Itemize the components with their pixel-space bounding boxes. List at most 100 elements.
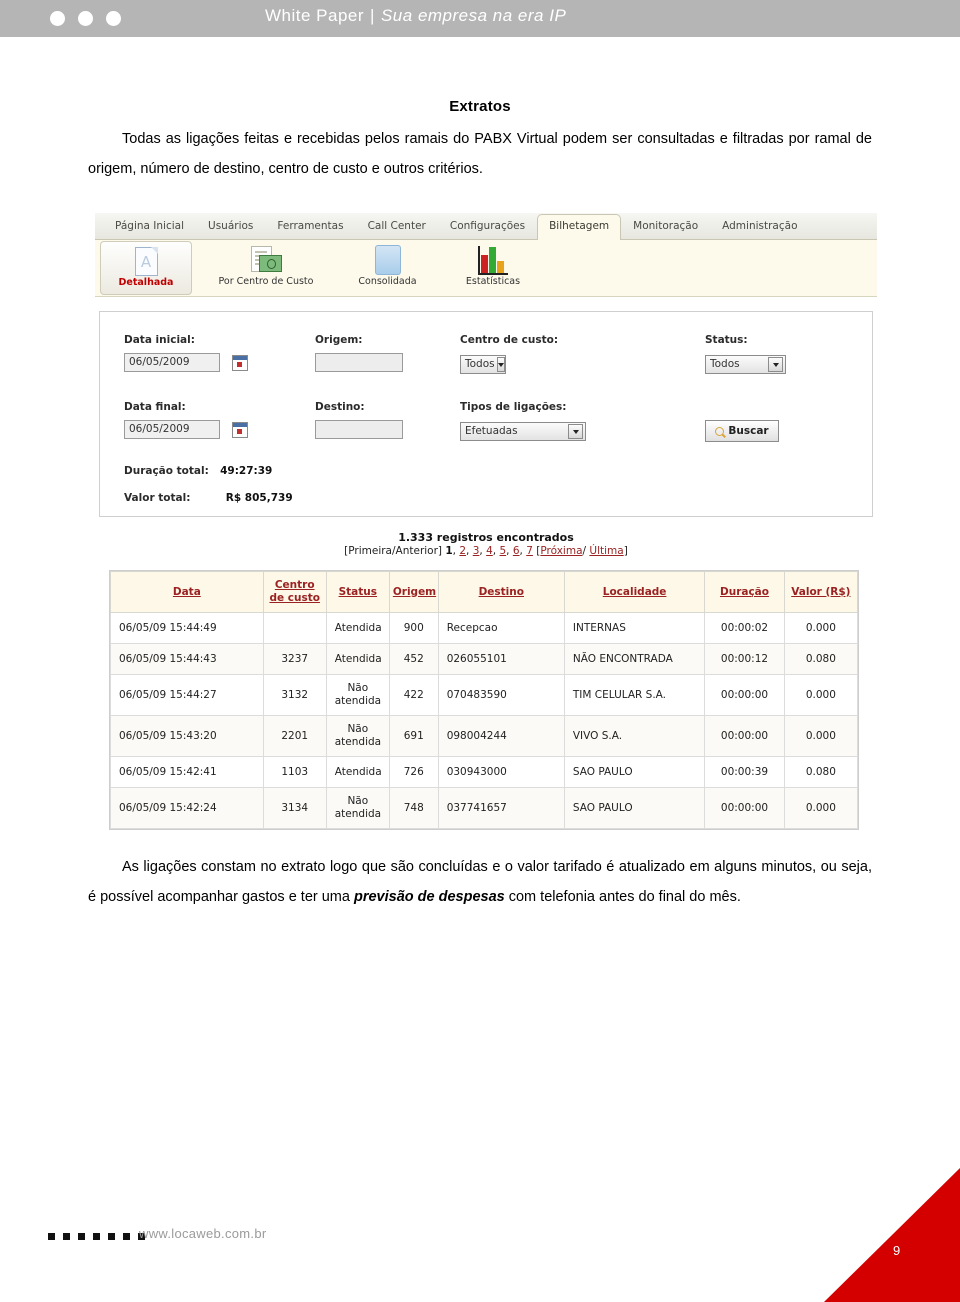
- search-icon: [715, 426, 725, 436]
- pager-first-previous[interactable]: [Primeira/Anterior]: [344, 545, 442, 557]
- toolbar-label-detalhada: Detalhada: [118, 277, 174, 288]
- footer-square-2: [63, 1233, 70, 1240]
- value-duracao-total: 49:27:39: [220, 465, 273, 477]
- footer-square-4: [93, 1233, 100, 1240]
- table-row[interactable]: 06/05/09 15:43:20 2201 Não atendida 691 …: [110, 715, 859, 757]
- pager-comma-6: ,: [519, 545, 523, 557]
- input-data-inicial[interactable]: 06/05/2009: [124, 353, 220, 372]
- banner-title-subtitle: Sua empresa na era IP: [380, 6, 567, 25]
- toolbar-item-por-centro-de-custo[interactable]: Por Centro de Custo: [203, 241, 329, 295]
- toolbar-item-detalhada[interactable]: A Detalhada: [100, 241, 192, 295]
- pager-page-6[interactable]: 6: [513, 545, 520, 557]
- column-header-destino[interactable]: Destino: [437, 571, 565, 613]
- label-centro-de-custo: Centro de custo:: [460, 334, 559, 346]
- cell-origem: 691: [388, 715, 439, 757]
- pager-last[interactable]: Última: [589, 545, 623, 557]
- toolbar-label-por-centro-de-custo: Por Centro de Custo: [218, 276, 314, 287]
- column-header-status[interactable]: Status: [325, 571, 390, 613]
- field-tipos-de-ligacoes: Tipos de ligações: Efetuadas: [460, 401, 586, 441]
- application-screenshot: Página Inicial Usuários Ferramentas Call…: [95, 213, 877, 830]
- filter-form-panel: Data inicial: 06/05/2009 Data final: 06/…: [99, 311, 873, 517]
- input-data-final[interactable]: 06/05/2009: [124, 420, 220, 439]
- tab-ferramentas[interactable]: Ferramentas: [265, 214, 355, 240]
- page-title: Extratos: [449, 98, 511, 115]
- closing-text-block: As ligações constam no extrato logo que …: [88, 852, 872, 912]
- pager-close-bracket: ]: [623, 545, 628, 557]
- cell-data: 06/05/09 15:44:49: [110, 612, 264, 644]
- tab-monitoracao[interactable]: Monitoração: [621, 214, 710, 240]
- label-data-inicial: Data inicial:: [124, 334, 195, 346]
- column-header-valor[interactable]: Valor (R$): [783, 571, 859, 613]
- pager-comma-5: ,: [506, 545, 510, 557]
- page-number: 9: [893, 1243, 901, 1258]
- tab-administracao[interactable]: Administração: [710, 214, 809, 240]
- select-centro-de-custo[interactable]: Todos: [460, 355, 506, 374]
- main-nav-tabstrip: Página Inicial Usuários Ferramentas Call…: [95, 213, 877, 241]
- closing-paragraph-emphasis: previsão de despesas: [353, 889, 505, 905]
- cell-data: 06/05/09 15:42:24: [110, 787, 264, 829]
- field-data-inicial: Data inicial: 06/05/2009: [124, 334, 249, 372]
- tab-call-center[interactable]: Call Center: [356, 214, 438, 240]
- label-valor-total: Valor total:: [124, 492, 191, 504]
- column-header-centro-de-custo[interactable]: Centro de custo: [262, 571, 327, 613]
- cell-centro-custo: 1103: [262, 756, 327, 788]
- table-row[interactable]: 06/05/09 15:44:49 Atendida 900 Recepcao …: [110, 612, 859, 644]
- tab-configuracoes[interactable]: Configurações: [438, 214, 537, 240]
- table-row[interactable]: 06/05/09 15:42:24 3134 Não atendida 748 …: [110, 787, 859, 829]
- footer-url: www.locaweb.com.br: [139, 1226, 267, 1241]
- pager-page-7[interactable]: 7: [526, 545, 533, 557]
- banner-title: White Paper | Sua empresa na era IP: [265, 6, 566, 26]
- tab-pagina-inicial[interactable]: Página Inicial: [103, 214, 196, 240]
- cell-centro-custo: [262, 612, 327, 644]
- cell-duracao: 00:00:00: [704, 674, 785, 716]
- table-row[interactable]: 06/05/09 15:44:43 3237 Atendida 452 0260…: [110, 643, 859, 675]
- tab-usuarios[interactable]: Usuários: [196, 214, 265, 240]
- select-status[interactable]: Todos: [705, 355, 786, 374]
- label-data-final: Data final:: [124, 401, 186, 413]
- cell-data: 06/05/09 15:43:20: [110, 715, 264, 757]
- label-duracao-total: Duração total:: [124, 465, 209, 477]
- pager-comma-1: ,: [452, 545, 457, 557]
- column-header-duracao[interactable]: Duração: [704, 571, 785, 613]
- value-valor-total: R$ 805,739: [225, 492, 293, 504]
- cell-origem: 748: [388, 787, 439, 829]
- chevron-down-icon-tipos-de-ligacoes[interactable]: [568, 424, 583, 439]
- cell-status: Atendida: [325, 756, 390, 788]
- calendar-icon-data-final[interactable]: [232, 421, 249, 438]
- toolbar-item-estatisticas[interactable]: Estatísticas: [445, 241, 541, 295]
- cell-localidade: TIM CELULAR S.A.: [563, 674, 706, 716]
- chevron-down-icon-status[interactable]: [768, 357, 783, 372]
- cell-valor: 0.000: [783, 787, 859, 829]
- cell-destino: Recepcao: [437, 612, 565, 644]
- label-status: Status:: [705, 334, 748, 346]
- consolidated-sheet-icon: [335, 244, 440, 276]
- column-header-origem[interactable]: Origem: [388, 571, 439, 613]
- pager-page-1[interactable]: 1: [445, 545, 452, 557]
- table-row[interactable]: 06/05/09 15:44:27 3132 Não atendida 422 …: [110, 674, 859, 716]
- chevron-down-icon-centro-de-custo[interactable]: [496, 357, 505, 372]
- pager-page-4[interactable]: 4: [486, 545, 493, 557]
- document-page-icon: A: [101, 245, 191, 277]
- column-header-data[interactable]: Data: [110, 571, 264, 613]
- cell-status: Não atendida: [325, 674, 390, 716]
- sub-toolbar: A Detalhada Por Centro de Custo Consolid…: [95, 240, 877, 297]
- table-row[interactable]: 06/05/09 15:42:41 1103 Atendida 726 0309…: [110, 756, 859, 788]
- calendar-icon-data-inicial[interactable]: [232, 354, 249, 371]
- closing-paragraph-part2: com telefonia antes do final do mês.: [504, 889, 741, 905]
- cell-destino: 026055101: [437, 643, 565, 675]
- pager-comma-3: ,: [479, 545, 483, 557]
- toolbar-item-consolidada[interactable]: Consolidada: [335, 241, 440, 295]
- column-header-localidade[interactable]: Localidade: [563, 571, 706, 613]
- input-origem[interactable]: [315, 353, 403, 372]
- buscar-button[interactable]: Buscar: [705, 420, 779, 442]
- pager-comma-2: ,: [466, 545, 470, 557]
- field-destino: Destino:: [315, 401, 403, 439]
- banner-title-main: White Paper: [265, 6, 365, 25]
- input-destino[interactable]: [315, 420, 403, 439]
- cell-status: Não atendida: [325, 715, 390, 757]
- tab-bilhetagem[interactable]: Bilhetagem: [537, 214, 622, 241]
- cell-destino: 098004244: [437, 715, 565, 757]
- pager-next[interactable]: Próxima: [540, 545, 582, 557]
- select-tipos-de-ligacoes[interactable]: Efetuadas: [460, 422, 586, 441]
- total-duracao-row: Duração total: 49:27:39: [124, 465, 272, 477]
